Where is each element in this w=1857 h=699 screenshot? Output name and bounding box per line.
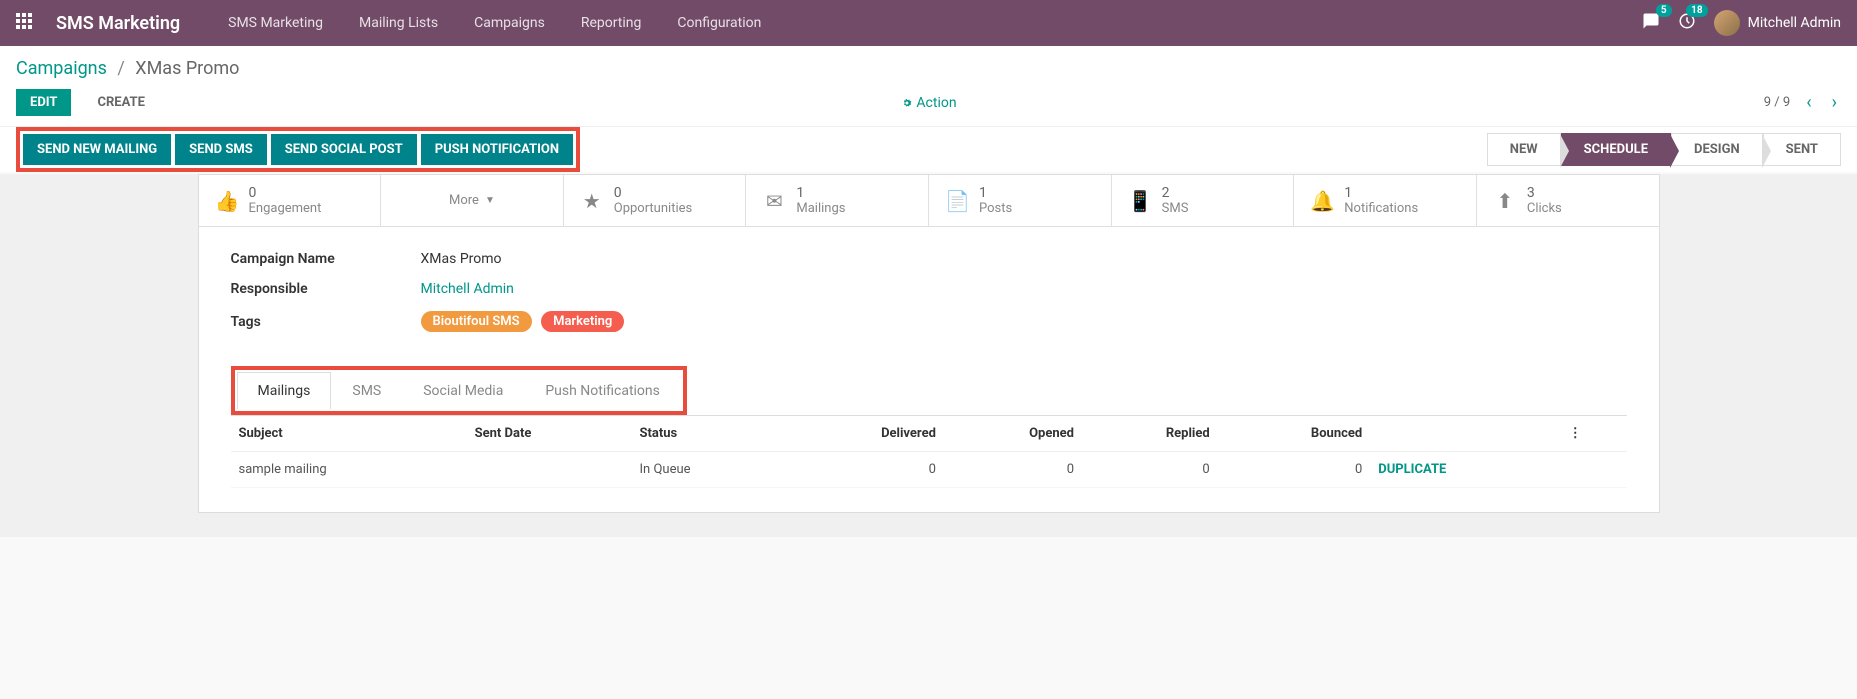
app-title: SMS Marketing: [56, 13, 180, 34]
stat-opportunities[interactable]: ★ 0Opportunities: [564, 175, 747, 226]
breadcrumb-current: XMas Promo: [135, 58, 239, 79]
breadcrumb: Campaigns / XMas Promo: [16, 58, 1841, 79]
top-navbar: SMS Marketing SMS Marketing Mailing List…: [0, 0, 1857, 46]
stat-engagement[interactable]: 👍 0Engagement: [199, 175, 382, 226]
form-sheet: 👍 0Engagement More ▼ ★ 0Opportunities ✉ …: [198, 174, 1660, 513]
action-buttons-highlight: SEND NEW MAILING SEND SMS SEND SOCIAL PO…: [16, 127, 580, 172]
cell-status: In Queue: [632, 452, 784, 488]
mailings-table: Subject Sent Date Status Delivered Opene…: [231, 416, 1627, 488]
activities-badge: 18: [1686, 4, 1707, 17]
newspaper-icon: 📄: [945, 189, 969, 213]
breadcrumb-parent[interactable]: Campaigns: [16, 58, 107, 79]
status-sent[interactable]: SENT: [1763, 133, 1841, 166]
gear-icon: [900, 97, 912, 109]
tab-push-notifications[interactable]: Push Notifications: [524, 372, 681, 409]
col-sent-date[interactable]: Sent Date: [467, 416, 632, 452]
campaign-name-label: Campaign Name: [231, 251, 421, 267]
stat-clicks[interactable]: ⬆ 3Clicks: [1477, 175, 1659, 226]
cursor-icon: ⬆: [1493, 189, 1517, 213]
tab-mailings[interactable]: Mailings: [237, 372, 332, 409]
duplicate-button[interactable]: DUPLICATE: [1378, 462, 1446, 477]
col-action: [1370, 416, 1560, 452]
pager: 9 / 9 ‹ ›: [1764, 92, 1841, 113]
status-design[interactable]: DESIGN: [1671, 133, 1763, 166]
stat-posts[interactable]: 📄 1Posts: [929, 175, 1112, 226]
cell-delivered: 0: [783, 452, 944, 488]
cell-bounced: 0: [1218, 452, 1371, 488]
statusbar: NEW SCHEDULE DESIGN SENT: [1487, 133, 1841, 166]
stat-notifications[interactable]: 🔔 1Notifications: [1294, 175, 1477, 226]
responsible-label: Responsible: [231, 281, 421, 297]
bell-icon: 🔔: [1310, 189, 1334, 213]
pager-next[interactable]: ›: [1828, 92, 1841, 113]
stat-sms[interactable]: 📱 2SMS: [1112, 175, 1295, 226]
thumbs-up-icon: 👍: [215, 189, 239, 213]
tabs: Mailings SMS Social Media Push Notificat…: [237, 372, 681, 409]
control-panel: Campaigns / XMas Promo EDIT CREATE Actio…: [0, 46, 1857, 126]
send-new-mailing-button[interactable]: SEND NEW MAILING: [23, 134, 171, 165]
envelope-icon: ✉: [762, 189, 786, 213]
stat-buttons: 👍 0Engagement More ▼ ★ 0Opportunities ✉ …: [199, 175, 1659, 227]
breadcrumb-sep: /: [117, 58, 124, 79]
nav-sms-marketing[interactable]: SMS Marketing: [210, 15, 341, 31]
col-bounced[interactable]: Bounced: [1218, 416, 1371, 452]
status-schedule[interactable]: SCHEDULE: [1561, 133, 1671, 166]
responsible-value[interactable]: Mitchell Admin: [421, 281, 514, 297]
cell-replied: 0: [1082, 452, 1218, 488]
cell-opened: 0: [944, 452, 1082, 488]
user-name: Mitchell Admin: [1748, 15, 1841, 31]
col-replied[interactable]: Replied: [1082, 416, 1218, 452]
send-sms-button[interactable]: SEND SMS: [175, 134, 267, 165]
pager-text: 9 / 9: [1764, 95, 1790, 110]
edit-button[interactable]: EDIT: [16, 89, 71, 116]
nav-reporting[interactable]: Reporting: [563, 15, 660, 31]
col-options-icon[interactable]: ⋮: [1561, 416, 1627, 452]
tags-label: Tags: [231, 314, 421, 330]
cell-sent-date: [467, 452, 632, 488]
tab-social-media[interactable]: Social Media: [402, 372, 524, 409]
col-subject[interactable]: Subject: [231, 416, 467, 452]
status-new[interactable]: NEW: [1487, 133, 1561, 166]
create-button[interactable]: CREATE: [83, 89, 158, 116]
stat-mailings[interactable]: ✉ 1Mailings: [746, 175, 929, 226]
tag-bioutifoul-sms[interactable]: Bioutifoul SMS: [421, 311, 532, 332]
pager-prev[interactable]: ‹: [1802, 92, 1815, 113]
tabs-highlight: Mailings SMS Social Media Push Notificat…: [231, 366, 687, 415]
user-menu[interactable]: Mitchell Admin: [1714, 10, 1841, 36]
mobile-icon: 📱: [1128, 189, 1152, 213]
tag-marketing[interactable]: Marketing: [541, 311, 624, 332]
table-row[interactable]: sample mailing In Queue 0 0 0 0 DUPLICAT…: [231, 452, 1627, 488]
messages-icon[interactable]: 5: [1642, 12, 1660, 34]
action-dropdown[interactable]: Action: [900, 95, 956, 111]
nav-campaigns[interactable]: Campaigns: [456, 15, 563, 31]
apps-icon[interactable]: [16, 13, 36, 33]
star-icon: ★: [580, 189, 604, 213]
campaign-name-value: XMas Promo: [421, 251, 502, 267]
tab-sms[interactable]: SMS: [331, 372, 402, 409]
send-social-post-button[interactable]: SEND SOCIAL POST: [271, 134, 417, 165]
tags-value: Bioutifoul SMS Marketing: [421, 311, 631, 332]
push-notification-button[interactable]: PUSH NOTIFICATION: [421, 134, 573, 165]
nav-configuration[interactable]: Configuration: [659, 15, 779, 31]
col-delivered[interactable]: Delivered: [783, 416, 944, 452]
avatar: [1714, 10, 1740, 36]
col-opened[interactable]: Opened: [944, 416, 1082, 452]
col-status[interactable]: Status: [632, 416, 784, 452]
activities-icon[interactable]: 18: [1678, 12, 1696, 34]
messages-badge: 5: [1656, 4, 1672, 17]
statusbar-row: SEND NEW MAILING SEND SMS SEND SOCIAL PO…: [0, 126, 1857, 172]
cell-subject: sample mailing: [231, 452, 467, 488]
chevron-down-icon: ▼: [485, 195, 495, 206]
nav-mailing-lists[interactable]: Mailing Lists: [341, 15, 456, 31]
stat-more[interactable]: More ▼: [381, 175, 564, 226]
